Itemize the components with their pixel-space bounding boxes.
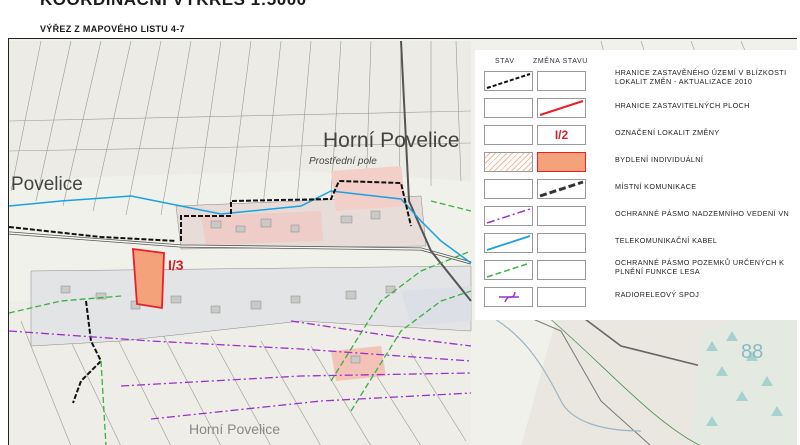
legend-swatch-zmena — [537, 233, 586, 253]
legend-item-individual-housing: BYDLENÍ INDIVIDUÁLNÍ — [475, 149, 800, 175]
legend-swatch-zmena: I/2 — [537, 125, 586, 145]
place-label-prostredni-pole: Prostřední pole — [309, 156, 377, 167]
legend-item-radio-relay-link: RADIORELEOVÝ SPOJ — [475, 284, 800, 310]
sheet-subtitle: VÝŘEZ Z MAPOVÉHO LISTU 4-7 — [40, 24, 185, 34]
housing-area — [331, 166, 406, 211]
legend-swatch-zmena — [537, 71, 586, 91]
legend-label: OCHRANNÉ PÁSMO NADZEMNÍHO VEDENÍ VN — [615, 209, 790, 218]
legend-swatch-stav — [484, 206, 533, 226]
map-sheet: KOORDINAČNÍ VÝKRES 1:5000 VÝŘEZ Z MAPOVÉ… — [0, 0, 800, 445]
housing-area — [331, 346, 386, 381]
legend-swatch-stav — [484, 71, 533, 91]
legend-label: TELEKOMUNIKAČNÍ KABEL — [615, 236, 718, 245]
map-legend: STAV ZMĚNA STAVU HRANICE ZASTAVĚNÉHO ÚZE… — [475, 50, 800, 320]
legend-swatch-stav — [484, 98, 533, 118]
legend-swatch-stav — [484, 233, 533, 253]
sheet-number-label: 88 — [741, 341, 764, 363]
legend-item-telecom-cable: TELEKOMUNIKAČNÍ KABEL — [475, 230, 800, 256]
locality-i3-plot — [132, 247, 165, 310]
legend-swatch-stav — [484, 152, 533, 172]
legend-label: RADIORELEOVÝ SPOJ — [615, 290, 700, 299]
legend-swatch-stav — [484, 125, 533, 145]
legend-swatch-zmena — [537, 179, 586, 199]
legend-item-overhead-power-line-zone: OCHRANNÉ PÁSMO NADZEMNÍHO VEDENÍ VN — [475, 203, 800, 229]
legend-label: HRANICE ZASTAVITELNÝCH PLOCH — [615, 101, 750, 110]
legend-swatch-zmena — [537, 260, 586, 280]
legend-swatch-stav — [484, 287, 533, 307]
locality-code-i3[interactable]: I/3 — [168, 257, 184, 273]
legend-label: BYDLENÍ INDIVIDUÁLNÍ — [615, 155, 704, 164]
legend-swatch-stav — [484, 179, 533, 199]
legend-label: OZNAČENÍ LOKALIT ZMĚNY — [615, 128, 720, 137]
legend-item-locality-code: I/2 OZNAČENÍ LOKALIT ZMĚNY — [475, 122, 800, 148]
built-up-area — [401, 286, 471, 326]
legend-label: HRANICE ZASTAVĚNÉHO ÚZEMÍ V BLÍZKOSTI LO… — [615, 68, 787, 86]
legend-label: MÍSTNÍ KOMUNIKACE — [615, 182, 697, 191]
legend-code-i2: I/2 — [554, 128, 569, 142]
place-label-bottom: Horní Povelice — [189, 421, 281, 437]
legend-swatch-zmena — [537, 287, 586, 307]
legend-item-buildable-area-boundary: HRANICE ZASTAVITELNÝCH PLOCH — [475, 95, 800, 121]
place-label-povelice: Povelice — [11, 174, 83, 195]
legend-swatch-zmena — [537, 206, 586, 226]
legend-swatch-zmena — [537, 98, 586, 118]
sheet-title: KOORDINAČNÍ VÝKRES 1:5000 — [40, 0, 307, 10]
legend-label: OCHRANNÉ PÁSMO POZEMKŮ URČENÝCH K PLNĚNÍ… — [615, 258, 785, 276]
legend-swatch-zmena — [537, 152, 586, 172]
legend-swatch-stav — [484, 260, 533, 280]
legend-item-forest-protection-zone: OCHRANNÉ PÁSMO POZEMKŮ URČENÝCH K PLNĚNÍ… — [475, 257, 800, 283]
title-strip: KOORDINAČNÍ VÝKRES 1:5000 — [0, 0, 800, 12]
legend-header-stav: STAV — [495, 58, 515, 65]
legend-header-zmena: ZMĚNA STAVU — [533, 58, 588, 65]
legend-item-local-road: MÍSTNÍ KOMUNIKACE — [475, 176, 800, 202]
place-label-horni-povelice: Horní Povelice — [323, 129, 460, 152]
legend-item-built-area-boundary: HRANICE ZASTAVĚNÉHO ÚZEMÍ V BLÍZKOSTI LO… — [475, 68, 800, 94]
